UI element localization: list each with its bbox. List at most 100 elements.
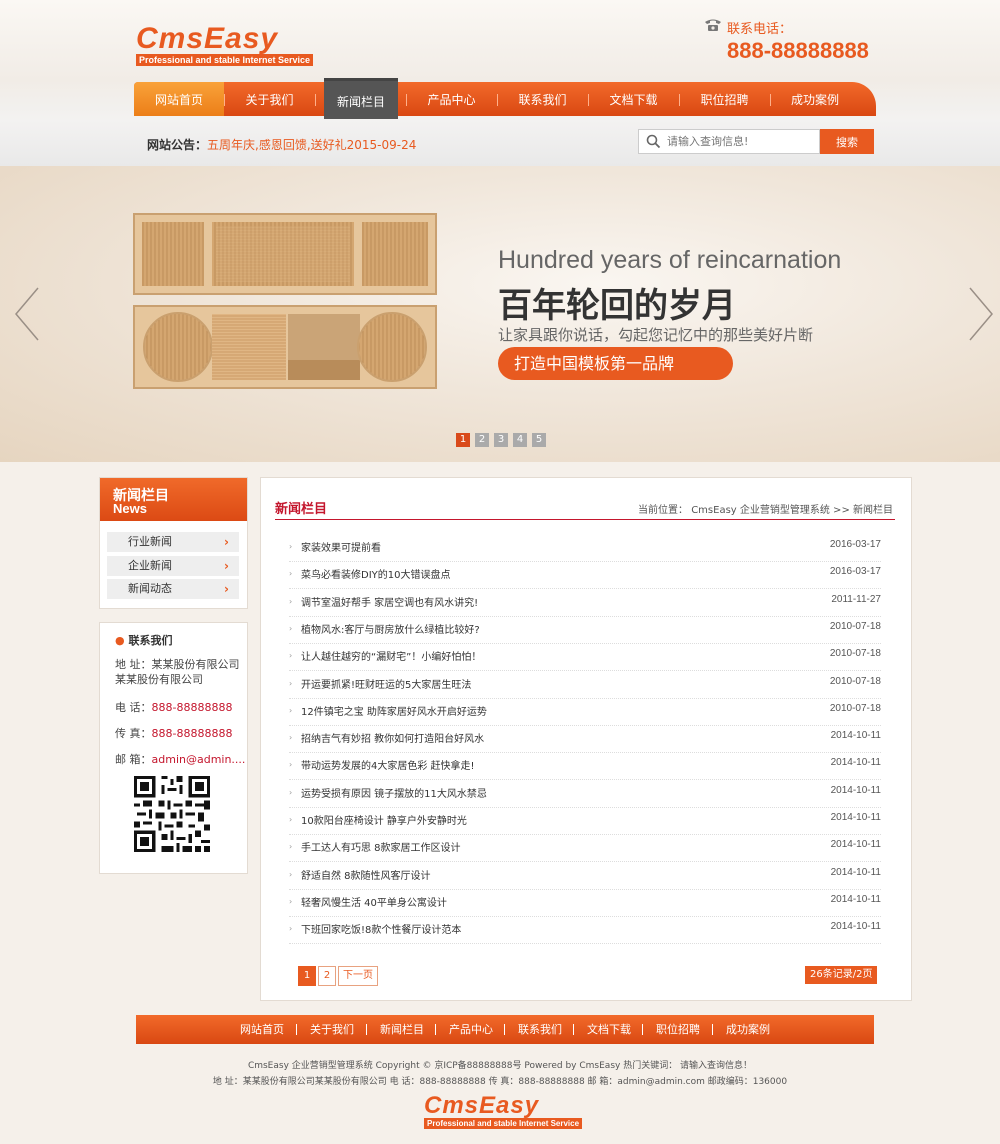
bullet-icon: › xyxy=(289,705,293,715)
news-title-link[interactable]: 招纳吉气有妙招 教你如何打造阳台好风水 xyxy=(301,730,484,745)
news-title-link[interactable]: 家装效果可提前看 xyxy=(301,539,381,554)
chevron-right-icon: › xyxy=(224,559,229,573)
news-title-link[interactable]: 舒适自然 8款随性风客厅设计 xyxy=(301,867,431,882)
bullet-icon: › xyxy=(289,733,293,743)
news-title-link[interactable]: 开运要抓紧!旺财旺运的5大家居生旺法 xyxy=(301,676,471,691)
title-divider xyxy=(275,519,895,520)
tel-value: 888-88888888 xyxy=(151,701,233,714)
news-title-link[interactable]: 轻奢风慢生活 40平单身公寓设计 xyxy=(301,894,447,909)
news-date: 2016-03-17 xyxy=(829,566,881,578)
news-title-link[interactable]: 让人越住越穷的“漏财宅”！小编好怕怕！ xyxy=(301,648,481,663)
contact-address: 地 址：某某股份有限公司 xyxy=(115,656,240,672)
news-title-link[interactable]: 手工达人有巧思 8款家居工作区设计 xyxy=(301,839,461,854)
sidebar-contact-panel: ● 联系我们 地 址：某某股份有限公司 某某股份有限公司 电 话：888-888… xyxy=(99,622,248,874)
footer-nav-jobs[interactable]: 职位招聘 xyxy=(656,1015,700,1044)
news-date: 2014-10-11 xyxy=(830,757,881,769)
prev-slide-arrow-icon[interactable] xyxy=(12,284,42,344)
nav-products[interactable]: 产品中心 xyxy=(406,82,497,116)
footer-nav-home[interactable]: 网站首页 xyxy=(240,1015,284,1044)
slide-pager: 12345 xyxy=(456,433,551,447)
site-logo[interactable]: CmsEasy Professional and stable Internet… xyxy=(136,22,314,66)
footer-nav-news[interactable]: 新闻栏目 xyxy=(380,1015,424,1044)
footer-nav-downloads[interactable]: 文档下载 xyxy=(587,1015,631,1044)
footer-logo[interactable]: CmsEasy Professional and stable Internet… xyxy=(424,1094,583,1129)
news-row[interactable]: › 让人越住越穷的“漏财宅”！小编好怕怕！ 2010-07-18 xyxy=(289,643,881,672)
news-row[interactable]: › 调节室温好帮手 家居空调也有风水讲究! 2011-11-27 xyxy=(289,589,881,617)
footer-nav-cases[interactable]: 成功案例 xyxy=(726,1015,770,1044)
news-row[interactable]: › 手工达人有巧思 8款家居工作区设计 2014-10-11 xyxy=(289,834,881,863)
slide-dot[interactable]: 5 xyxy=(532,433,546,447)
news-title-link[interactable]: 菜鸟必看装修DIY的10大错误盘点 xyxy=(301,566,450,581)
news-title-link[interactable]: 下班回家吃饭!8款个性餐厅设计范本 xyxy=(301,921,461,936)
footer-nav-contact[interactable]: 联系我们 xyxy=(518,1015,562,1044)
footer-nav-about[interactable]: 关于我们 xyxy=(310,1015,354,1044)
furniture-illustration xyxy=(133,213,437,389)
news-title-link[interactable]: 10款阳台座椅设计 静享户外安静时光 xyxy=(301,812,467,827)
nav-news[interactable]: 新闻栏目 xyxy=(324,78,398,119)
slide-dot[interactable]: 4 xyxy=(513,433,527,447)
news-row[interactable]: › 运势受损有原因 镜子摆放的11大风水禁忌 2014-10-11 xyxy=(289,780,881,808)
news-date: 2014-10-11 xyxy=(830,812,881,823)
news-row[interactable]: › 10款阳台座椅设计 静享户外安静时光 2014-10-11 xyxy=(289,807,881,835)
sidebar-category-panel: 新闻栏目 News 行业新闻 › 企业新闻 › 新闻动态 › xyxy=(99,477,248,609)
slide-dot[interactable]: 1 xyxy=(456,433,470,447)
nav-contact[interactable]: 联系我们 xyxy=(497,82,588,116)
news-row[interactable]: › 轻奢风慢生活 40平单身公寓设计 2014-10-11 xyxy=(289,889,881,917)
slide-dot[interactable]: 3 xyxy=(494,433,508,447)
news-title-link[interactable]: 调节室温好帮手 家居空调也有风水讲究! xyxy=(301,594,478,609)
site-header: CmsEasy Professional and stable Internet… xyxy=(0,0,1000,166)
news-row[interactable]: › 开运要抓紧!旺财旺运的5大家居生旺法 2010-07-18 xyxy=(289,671,881,699)
email-label: 邮 箱： xyxy=(115,753,152,766)
search-icon xyxy=(646,134,661,149)
next-slide-arrow-icon[interactable] xyxy=(966,284,996,344)
site-notice: 网站公告：五周年庆,感恩回馈,送好礼2015-09-24 xyxy=(147,136,416,153)
news-row[interactable]: › 植物风水:客厅与厨房放什么绿植比较好? 2010-07-18 xyxy=(289,616,881,644)
bullet-icon: › xyxy=(289,924,293,934)
contact-tel: 电 话：888-88888888 xyxy=(115,699,232,715)
sidebar-item-company-news[interactable]: 企业新闻 › xyxy=(107,556,239,576)
news-row[interactable]: › 12件镇宅之宝 助阵家居好风水开启好运势 2010-07-18 xyxy=(289,698,881,726)
footer-nav-divider xyxy=(366,1024,367,1035)
nav-about[interactable]: 关于我们 xyxy=(224,82,315,116)
news-date: 2010-07-18 xyxy=(829,702,881,714)
bullet-icon: › xyxy=(289,569,293,579)
footer-nav-divider xyxy=(642,1024,643,1035)
logo-text: CmsEasy xyxy=(136,22,279,55)
nav-jobs[interactable]: 职位招聘 xyxy=(679,82,770,116)
news-date: 2010-07-18 xyxy=(829,648,881,660)
banner-subtitle: 让家具跟你说话，勾起您记忆中的那些美好片断 xyxy=(498,326,814,344)
nav-divider xyxy=(315,94,316,106)
nav-cases[interactable]: 成功案例 xyxy=(770,82,860,116)
news-row[interactable]: › 舒适自然 8款随性风客厅设计 2014-10-11 xyxy=(289,862,881,890)
notice-link[interactable]: 五周年庆,感恩回馈,送好礼2015-09-24 xyxy=(207,138,416,152)
slide-dot[interactable]: 2 xyxy=(475,433,489,447)
news-date: 2010-07-18 xyxy=(829,675,881,687)
news-date: 2014-10-11 xyxy=(830,730,881,742)
page-2-button[interactable]: 2 xyxy=(318,966,336,986)
news-row[interactable]: › 下班回家吃饭!8款个性餐厅设计范本 2014-10-11 xyxy=(289,916,881,945)
banner-cta-button[interactable]: 打造中国模板第一品牌 xyxy=(498,347,733,380)
search-button[interactable]: 搜索 xyxy=(820,129,874,154)
email-link[interactable]: admin@admin.... xyxy=(152,753,246,766)
search-input[interactable] xyxy=(667,132,815,150)
footer-nav-divider xyxy=(296,1024,297,1035)
next-page-button[interactable]: 下一页 xyxy=(338,966,378,986)
news-row[interactable]: › 家装效果可提前看 2016-03-17 xyxy=(289,534,881,562)
sidebar-item-industry-news[interactable]: 行业新闻 › xyxy=(107,532,239,552)
footer-nav-products[interactable]: 产品中心 xyxy=(449,1015,493,1044)
sidebar-item-news-updates[interactable]: 新闻动态 › xyxy=(107,579,239,599)
page-1-button[interactable]: 1 xyxy=(298,966,316,986)
news-title-link[interactable]: 带动运势发展的4大家居色彩 赶快拿走! xyxy=(301,757,475,772)
news-row[interactable]: › 带动运势发展的4大家居色彩 赶快拿走! 2014-10-11 xyxy=(289,752,881,781)
nav-home[interactable]: 网站首页 xyxy=(134,82,224,116)
news-title-link[interactable]: 12件镇宅之宝 助阵家居好风水开启好运势 xyxy=(301,703,487,718)
telephone-icon xyxy=(705,19,721,31)
contact-fax: 传 真：888-88888888 xyxy=(115,725,232,741)
nav-downloads[interactable]: 文档下载 xyxy=(588,82,679,116)
news-title-link[interactable]: 运势受损有原因 镜子摆放的11大风水禁忌 xyxy=(301,785,487,800)
news-row[interactable]: › 招纳吉气有妙招 教你如何打造阳台好风水 2014-10-11 xyxy=(289,725,881,754)
news-row[interactable]: › 菜鸟必看装修DIY的10大错误盘点 2016-03-17 xyxy=(289,561,881,590)
tel-label: 电 话： xyxy=(115,701,152,714)
phone-label: 联系电话： xyxy=(727,22,793,37)
news-title-link[interactable]: 植物风水:客厅与厨房放什么绿植比较好? xyxy=(301,621,480,636)
